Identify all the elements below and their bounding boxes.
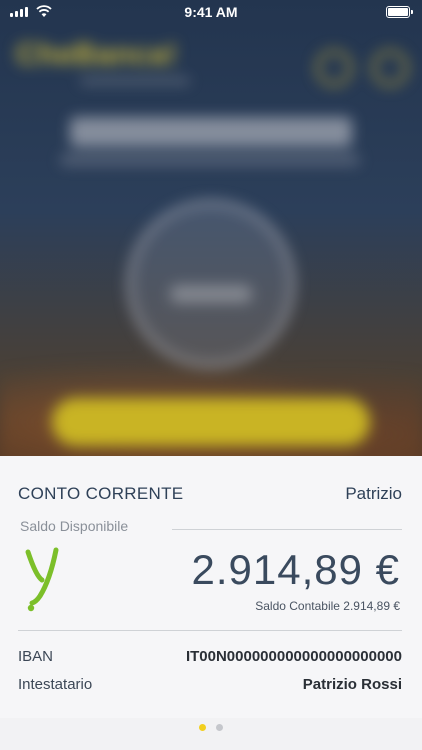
status-time: 9:41 AM <box>184 4 238 20</box>
page-dot-1[interactable] <box>199 724 206 731</box>
divider <box>172 529 402 530</box>
battery-icon <box>386 6 413 18</box>
login-button <box>52 398 370 446</box>
available-balance-label: Saldo Disponibile <box>20 518 129 534</box>
ring-label-placeholder <box>170 285 252 303</box>
help-button <box>316 50 352 86</box>
brand-logo: CheBanca! <box>16 38 178 71</box>
accounting-balance: Saldo Contabile 2.914,89 € <box>255 599 400 613</box>
fingerprint-ring <box>127 200 295 368</box>
divider <box>18 630 402 631</box>
welcome-title-placeholder <box>70 117 352 147</box>
welcome-subtitle-placeholder <box>60 155 360 165</box>
holder-value: Patrizio Rossi <box>302 676 402 693</box>
account-type-title: CONTO CORRENTE <box>18 484 184 503</box>
iban-label: IBAN <box>18 648 54 665</box>
account-card[interactable]: CONTO CORRENTE Patrizio Saldo Disponibil… <box>0 456 422 718</box>
page-dot-2[interactable] <box>216 724 223 731</box>
settings-button <box>372 50 408 86</box>
iban-value: IT00N000000000000000000000 <box>185 648 402 665</box>
status-bar: 9:41 AM <box>0 0 422 24</box>
account-owner-short: Patrizio <box>345 484 402 503</box>
brand-tagline-placeholder <box>80 78 190 84</box>
blurred-background: CheBanca! <box>0 0 422 470</box>
page-indicator[interactable] <box>0 724 422 736</box>
background-content: CheBanca! <box>0 0 422 470</box>
holder-label: Intestatario <box>18 676 93 693</box>
available-balance-value: 2.914,89 € <box>191 546 400 593</box>
y-logo-icon <box>25 547 59 612</box>
